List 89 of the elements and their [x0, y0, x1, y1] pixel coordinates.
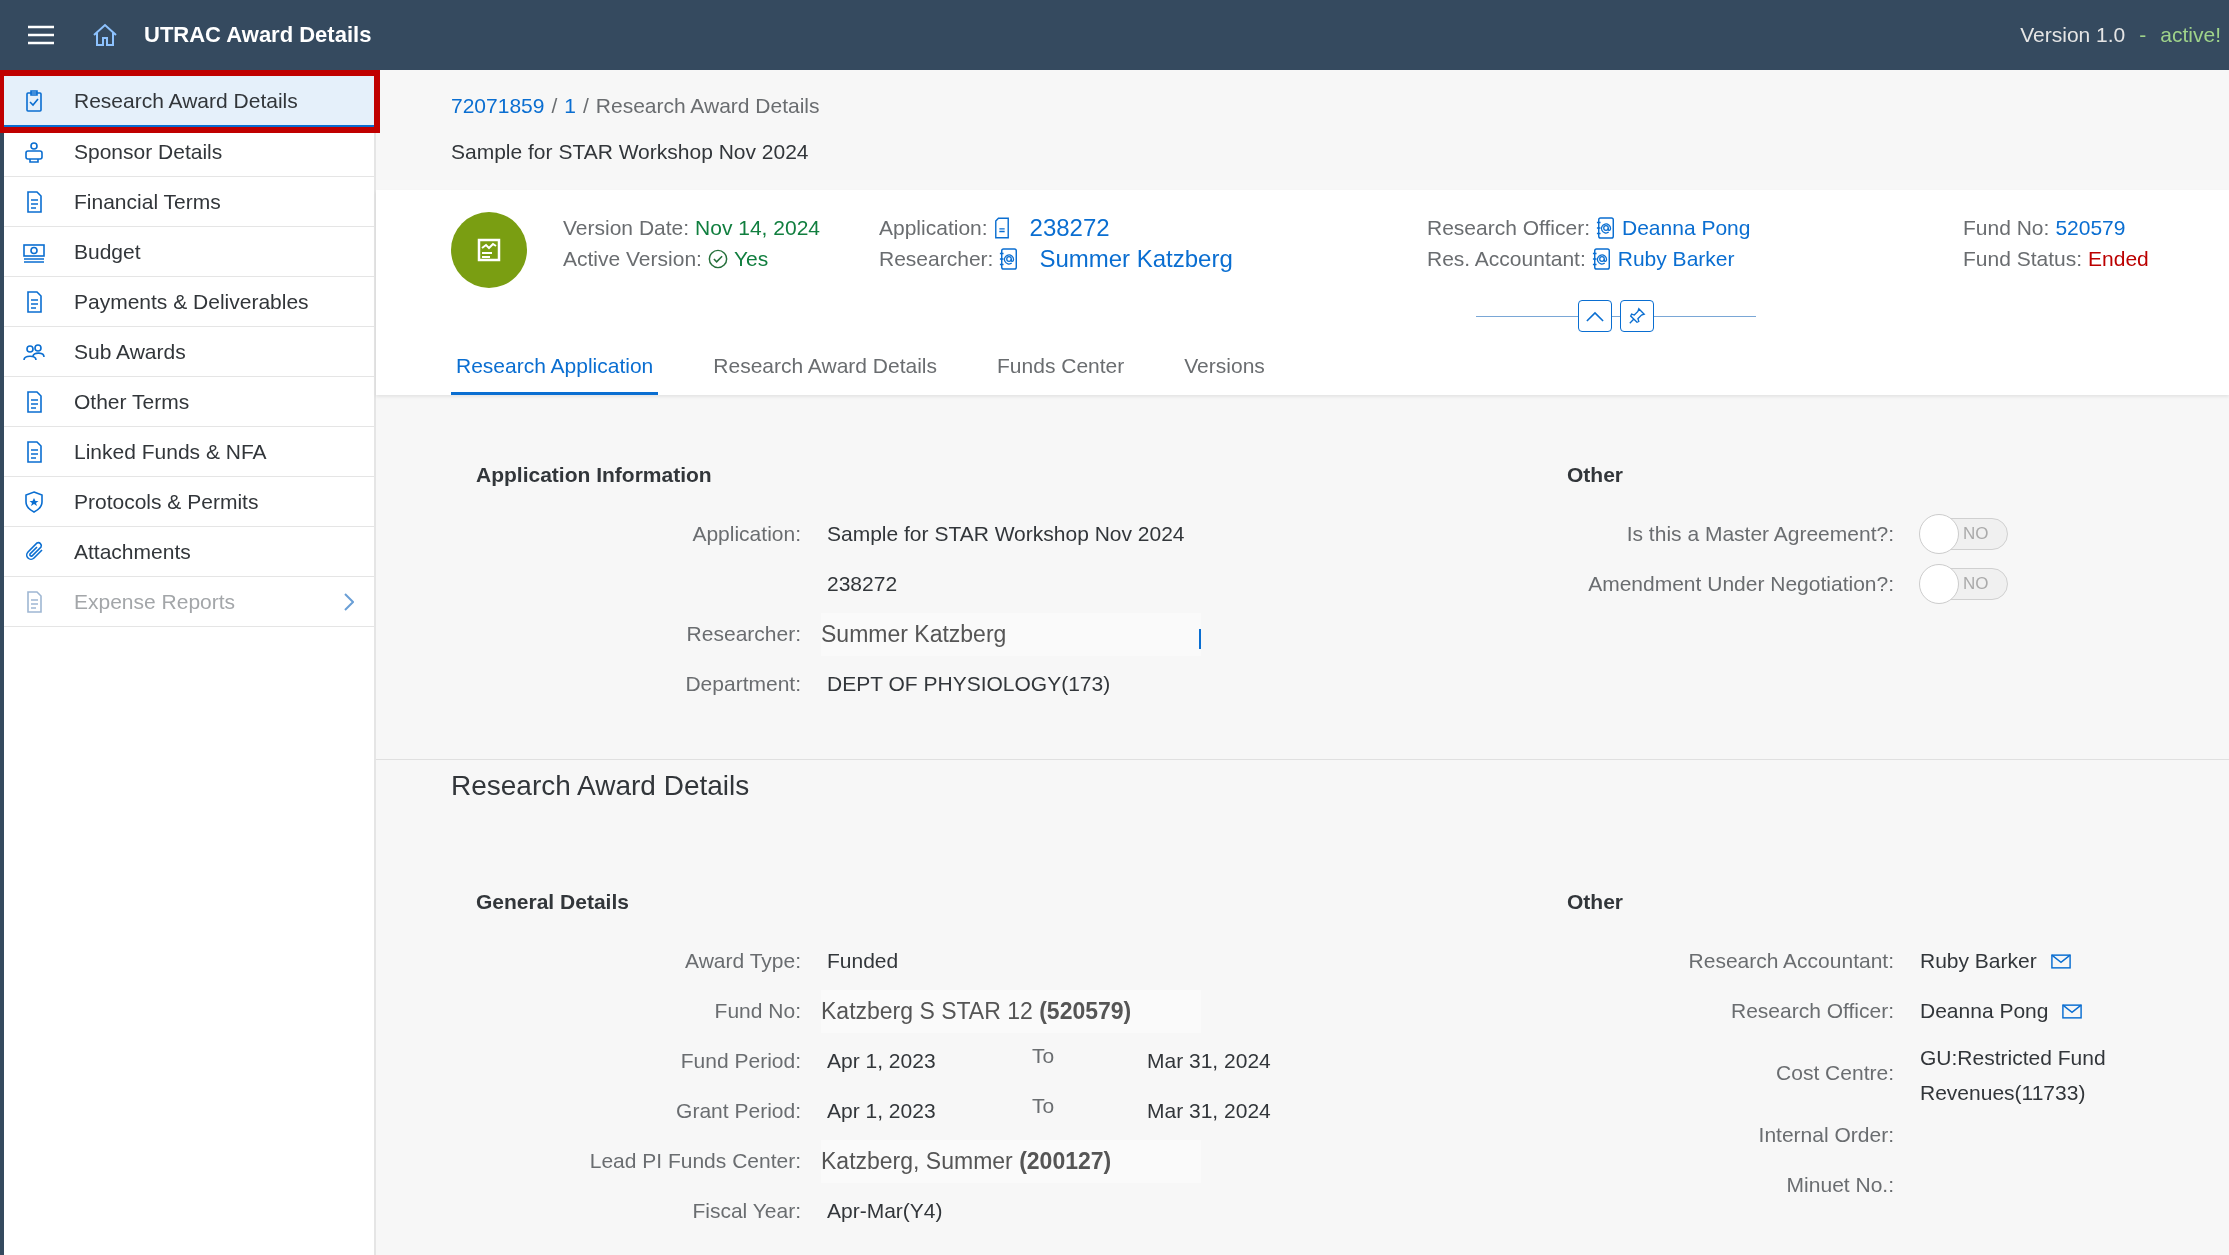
sidebar-item[interactable]: Financial Terms [4, 177, 374, 227]
section-heading: Other [1567, 890, 1624, 914]
field-label: Application: [692, 522, 801, 546]
breadcrumb-separator: / [551, 94, 558, 118]
breadcrumb-link[interactable]: 72071859 [451, 94, 545, 118]
breadcrumb-separator: / [582, 94, 589, 118]
attribute-value: Yes [733, 246, 769, 271]
sidebar-item[interactable]: Sponsor Details [4, 127, 374, 177]
field-label: Research Accountant: [1688, 949, 1894, 973]
field-value: GU:Restricted Fund Revenues(11733) [1920, 1045, 2107, 1106]
home-icon[interactable] [92, 23, 118, 47]
sidebar-item[interactable]: Protocols & Permits [4, 477, 374, 527]
breadcrumb-link[interactable]: 1 [564, 94, 576, 118]
contact-link[interactable]: Summer Katzberg [1039, 244, 1233, 273]
field-label: Grant Period: [676, 1099, 801, 1123]
address-book-icon [1591, 247, 1612, 270]
field-label: Cost Centre: [1776, 1061, 1894, 1085]
pin-icon [1628, 307, 1646, 325]
contact-link[interactable]: Deanna Pong [1622, 215, 1751, 240]
app-title: UTRAC Award Details [144, 22, 372, 48]
field-value: DEPT OF PHYSIOLOGY(173) [827, 672, 1111, 696]
attribute-label: Fund Status: [1963, 246, 2083, 271]
breadcrumb-current: Research Award Details [595, 94, 820, 118]
end-date: Mar 31, 2024 [1147, 1049, 1271, 1073]
version-label: Version 1.0 [2020, 23, 2126, 47]
attribute-label: Researcher: [879, 246, 994, 271]
section-heading: Other [1567, 463, 1624, 487]
report-avatar-icon [451, 212, 527, 288]
contact-link[interactable]: 238272 [1029, 213, 1110, 242]
field-label: Department: [685, 672, 801, 696]
field-label: Researcher: [686, 622, 801, 646]
status-label: active! [2160, 23, 2221, 47]
field-label: Internal Order: [1758, 1123, 1894, 1147]
attribute-value: Nov 14, 2024 [695, 215, 820, 240]
fund-link[interactable]: 520579 [2055, 215, 2126, 240]
collapse-header-button[interactable] [1578, 300, 1612, 332]
tab[interactable]: Funds Center [992, 344, 1130, 395]
chevron-up-icon [1586, 310, 1604, 322]
field-label: Fiscal Year: [692, 1199, 801, 1223]
field-label: Research Officer: [1731, 999, 1894, 1023]
start-date: Apr 1, 2023 [827, 1099, 937, 1123]
sidebar-item[interactable]: Payments & Deliverables [4, 277, 374, 327]
sidebar-item[interactable]: Budget [4, 227, 374, 277]
tab[interactable]: Versions [1179, 344, 1270, 395]
document-icon [993, 216, 1010, 239]
field-label: Is this a Master Agreement?: [1626, 522, 1894, 546]
field-value: 238272 [827, 572, 898, 596]
tab[interactable]: Research Award Details [708, 344, 943, 395]
field-value: Ruby Barker [1920, 949, 2037, 973]
end-date: Mar 31, 2024 [1147, 1099, 1271, 1123]
address-book-icon [999, 247, 1020, 270]
contact-link[interactable]: Ruby Barker [1617, 246, 1735, 271]
field-label: Fund No: [714, 999, 801, 1023]
attribute-label: Application: [879, 215, 988, 240]
status-value: Ended [2088, 246, 2149, 271]
menu-icon[interactable] [28, 25, 54, 45]
section-heading: Application Information [476, 463, 713, 487]
attribute-label: Active Version: [563, 246, 702, 271]
attribute-label: Research Officer: [1427, 215, 1590, 240]
field-value: Apr-Mar(Y4) [827, 1199, 943, 1223]
address-book-icon [1596, 216, 1616, 239]
sidebar-item[interactable]: Linked Funds & NFA [4, 427, 374, 477]
email-icon[interactable] [2050, 953, 2071, 969]
tab[interactable]: Research Application [451, 344, 659, 395]
shield-star-icon [22, 489, 46, 514]
sidebar-item[interactable]: Other Terms [4, 377, 374, 427]
field-value: Funded [827, 949, 899, 973]
pin-header-button[interactable] [1620, 300, 1654, 332]
attribute-label: Fund No: [1963, 215, 2050, 240]
field-label: Minuet No.: [1786, 1173, 1894, 1197]
field-label: Amendment Under Negotiation?: [1588, 572, 1894, 596]
email-icon[interactable] [2062, 1003, 2083, 1019]
attribute-label: Res. Accountant: [1427, 246, 1586, 271]
section-title: Research Award Details [451, 770, 751, 802]
sidebar-item[interactable]: Sub Awards [4, 327, 374, 377]
to-label: To [1032, 1094, 1056, 1118]
start-date: Apr 1, 2023 [827, 1049, 937, 1073]
separator-dash: - [2139, 23, 2147, 47]
to-label: To [1032, 1044, 1056, 1068]
section-heading: General Details [476, 890, 630, 914]
field-label: Award Type: [685, 949, 801, 973]
field-label: Lead PI Funds Center: [589, 1149, 801, 1173]
check-circle-icon [707, 248, 728, 269]
sidebar-item[interactable]: Attachments [4, 527, 374, 577]
attribute-label: Version Date: [563, 215, 690, 240]
field-value: Deanna Pong [1920, 999, 2049, 1023]
field-value: Sample for STAR Workshop Nov 2024 [827, 522, 1185, 546]
field-label: Fund Period: [680, 1049, 801, 1073]
page-subtitle: Sample for STAR Workshop Nov 2024 [450, 139, 810, 165]
